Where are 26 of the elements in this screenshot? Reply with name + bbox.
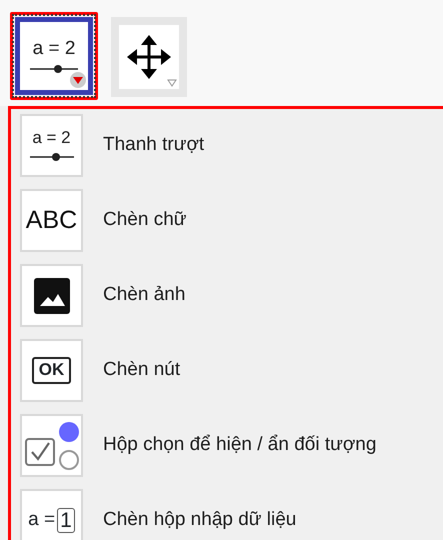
equation-label: a = xyxy=(28,508,56,532)
input-box-sample: 1 xyxy=(57,508,75,534)
dropdown-triangle-icon xyxy=(167,79,177,87)
menu-item-label[interactable]: Thanh trượt xyxy=(103,131,204,160)
tool-icon-tile[interactable]: OK xyxy=(20,339,83,402)
menu-item-label[interactable]: Chèn ảnh xyxy=(103,281,186,310)
tool-icon-tile[interactable] xyxy=(20,414,83,477)
move-arrows-icon xyxy=(127,35,171,79)
tool-button[interactable] xyxy=(111,17,187,97)
tool-icon-tile[interactable]: a = 2 xyxy=(20,114,83,177)
tool-button[interactable]: a = 2 xyxy=(15,17,93,95)
button-sample: OK xyxy=(32,357,72,384)
tool-icon-tile[interactable]: a = 1 xyxy=(20,489,83,540)
slider-track-icon xyxy=(29,64,79,74)
equation-label: a = 2 xyxy=(32,129,71,146)
menu-item-label[interactable]: Chèn chữ xyxy=(103,206,186,235)
slider-track-icon xyxy=(28,152,74,162)
tool-icon-tile[interactable]: ABC xyxy=(20,189,83,252)
checkbox-radio-icon xyxy=(24,420,80,470)
menu-item-label[interactable]: Hộp chọn để hiện / ẩn đối tượng xyxy=(103,431,376,460)
menu-item-label[interactable]: Chèn nút xyxy=(103,356,180,385)
equation-label: a = 2 xyxy=(32,38,76,58)
image-icon xyxy=(34,278,70,314)
menu-item-label[interactable]: Chèn hộp nhập dữ liệu xyxy=(103,506,296,535)
icon-text: ABC xyxy=(26,204,78,236)
tool-icon-tile[interactable] xyxy=(20,264,83,327)
